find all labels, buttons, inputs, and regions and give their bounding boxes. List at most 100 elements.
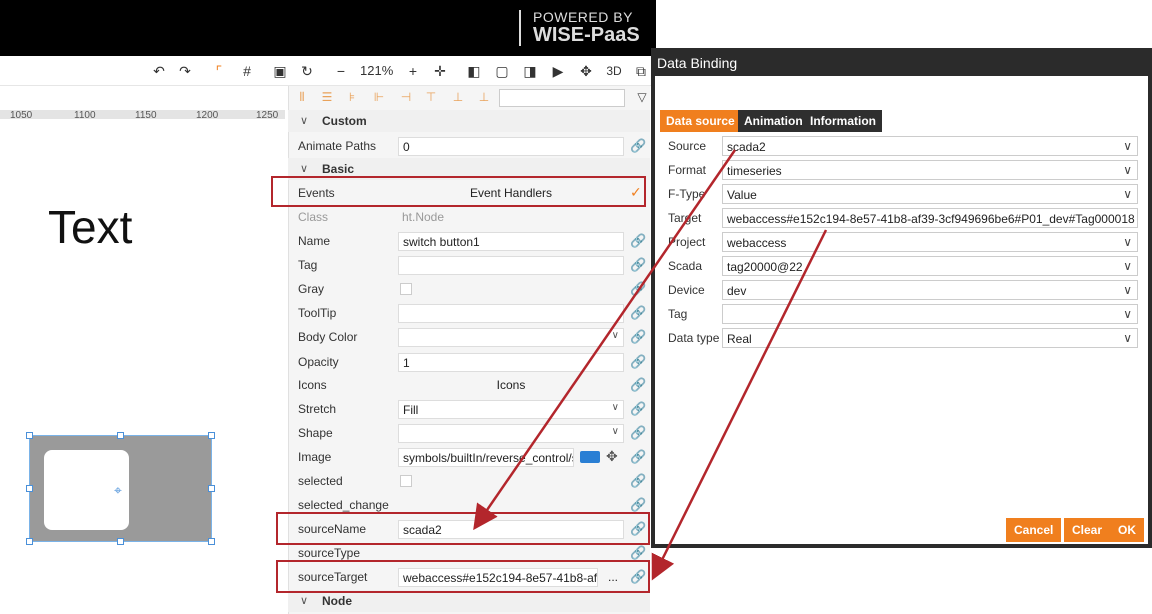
zoom-out-icon[interactable]: − — [332, 62, 350, 80]
resize-handle[interactable] — [208, 432, 215, 439]
link-icon[interactable]: 🔗 — [630, 282, 646, 296]
tab-information[interactable]: Information — [804, 110, 882, 132]
shape-select[interactable]: ∨ — [398, 424, 624, 443]
link-icon[interactable]: 🔗 — [630, 306, 646, 320]
link-icon[interactable]: 🔗 — [630, 378, 646, 392]
link-icon[interactable]: 🔗 — [630, 474, 646, 488]
link-icon[interactable]: 🔗 — [630, 258, 646, 272]
name-input[interactable]: switch button1 — [398, 232, 624, 251]
opacity-input[interactable]: 1 — [398, 353, 624, 372]
tab-data-source[interactable]: Data source — [660, 110, 741, 132]
link-icon[interactable]: 🔗 — [630, 546, 646, 560]
export-icon[interactable]: ⧉ — [632, 62, 650, 80]
align-left-icon[interactable]: ⫴ — [295, 90, 309, 104]
link-icon[interactable]: 🔗 — [630, 498, 646, 512]
resize-handle[interactable] — [26, 538, 33, 545]
undo-icon[interactable]: ↶ — [150, 62, 168, 80]
stretch-select[interactable]: Fill ∨ — [398, 400, 624, 419]
row-body-color: Body Color ∨ 🔗 — [288, 325, 650, 349]
link-icon[interactable]: 🔗 — [630, 402, 646, 416]
field-label: Data type — [668, 331, 720, 345]
align-middle-icon[interactable]: ⊥ — [451, 90, 465, 104]
select-icon[interactable]: ⌜ — [210, 62, 228, 80]
play-icon[interactable]: ▶ — [549, 62, 567, 80]
align-hcenter-icon[interactable]: ⊩ — [372, 90, 386, 104]
selected-checkbox[interactable] — [400, 475, 412, 487]
field-label: Format — [668, 163, 707, 177]
resize-handle[interactable] — [208, 538, 215, 545]
align-center-icon[interactable]: ☰ — [320, 90, 334, 104]
clear-button[interactable]: Clear — [1064, 518, 1111, 542]
link-icon[interactable]: 🔗 — [630, 426, 646, 440]
source-select[interactable]: scada2 ∨ — [722, 136, 1138, 156]
row-label: sourceType — [298, 546, 361, 560]
redo-icon[interactable]: ↷ — [176, 62, 194, 80]
format-value: timeseries — [727, 164, 782, 178]
link-icon[interactable]: 🔗 — [630, 355, 646, 369]
image-preview-icon[interactable] — [580, 451, 600, 463]
resize-handle[interactable] — [117, 432, 124, 439]
scada-select[interactable]: tag20000@22 ∨ — [722, 256, 1138, 276]
move-icon[interactable]: ✥ — [577, 62, 595, 80]
field-label: Device — [668, 283, 705, 297]
ok-button[interactable]: OK — [1110, 518, 1144, 542]
grid-icon[interactable]: # — [238, 62, 256, 80]
project-select[interactable]: webaccess ∨ — [722, 232, 1138, 252]
ftype-select[interactable]: Value ∨ — [722, 184, 1138, 204]
chevron-down-icon: ∨ — [1123, 283, 1132, 297]
target-input[interactable]: webaccess#e152c194-8e57-41b8-af39-3cf949… — [722, 208, 1138, 228]
align-bottom-icon[interactable]: ⊥ — [477, 90, 491, 104]
link-icon[interactable]: 🔗 — [630, 234, 646, 248]
gray-checkbox[interactable] — [400, 283, 412, 295]
row-label: Name — [298, 234, 331, 248]
field-target: Target webaccess#e152c194-8e57-41b8-af39… — [664, 206, 1138, 230]
ruler-label: 1200 — [196, 110, 219, 121]
resize-handle[interactable] — [208, 485, 215, 492]
format-select[interactable]: timeseries ∨ — [722, 160, 1138, 180]
align-right-icon[interactable]: ⊧ — [345, 90, 359, 104]
filter-icon[interactable]: ▽ — [635, 90, 649, 104]
row-label: Gray — [298, 282, 325, 296]
filter-input[interactable] — [499, 89, 625, 107]
tag-select[interactable]: ∨ — [722, 304, 1138, 324]
save-icon[interactable]: ▣ — [271, 62, 289, 80]
ruler-label: 1100 — [74, 110, 96, 121]
row-gray: Gray 🔗 — [288, 277, 650, 301]
view-left-icon[interactable]: ◧ — [465, 62, 483, 80]
tab-animation[interactable]: Animation — [738, 110, 809, 132]
resize-handle[interactable] — [26, 485, 33, 492]
move-icon[interactable]: ✥ — [606, 448, 618, 465]
zoom-in-icon[interactable]: + — [404, 62, 422, 80]
section-node[interactable]: ∨ Node — [288, 590, 650, 612]
switch-button-node[interactable]: ⌖ — [29, 435, 212, 542]
reload-icon[interactable]: ↻ — [298, 62, 316, 80]
3d-button[interactable]: 3D — [602, 62, 626, 80]
ruler-label: 1250 — [256, 110, 279, 121]
canvas-text-node[interactable]: Text — [48, 200, 132, 254]
tooltip-input[interactable] — [398, 304, 624, 323]
link-icon[interactable]: 🔗 — [630, 450, 646, 464]
body-color-select[interactable]: ∨ — [398, 328, 624, 347]
cancel-button[interactable]: Cancel — [1006, 518, 1062, 542]
view-center-icon[interactable]: ▢ — [493, 62, 511, 80]
section-custom[interactable]: ∨ Custom — [288, 110, 650, 132]
animate-paths-input[interactable]: 0 — [398, 137, 624, 156]
view-right-icon[interactable]: ◨ — [521, 62, 539, 80]
image-input[interactable]: symbols/builtIn/reverse_control/s — [398, 448, 574, 467]
link-icon[interactable]: 🔗 — [630, 139, 646, 153]
fit-icon[interactable]: ✛ — [431, 62, 449, 80]
chevron-down-icon: ∨ — [300, 595, 309, 607]
align-top-icon[interactable]: ⊤ — [424, 90, 438, 104]
data-type-select[interactable]: Real ∨ — [722, 328, 1138, 348]
field-scada: Scada tag20000@22 ∨ — [664, 254, 1138, 278]
chevron-down-icon: ∨ — [1123, 331, 1132, 345]
link-icon[interactable]: 🔗 — [630, 330, 646, 344]
resize-handle[interactable] — [117, 538, 124, 545]
field-source: Source scada2 ∨ — [664, 134, 1138, 158]
align-hright-icon[interactable]: ⊣ — [399, 90, 413, 104]
field-label: F-Type — [668, 187, 706, 201]
resize-handle[interactable] — [26, 432, 33, 439]
icons-button[interactable]: Icons — [398, 378, 624, 392]
device-select[interactable]: dev ∨ — [722, 280, 1138, 300]
tag-input[interactable] — [398, 256, 624, 275]
